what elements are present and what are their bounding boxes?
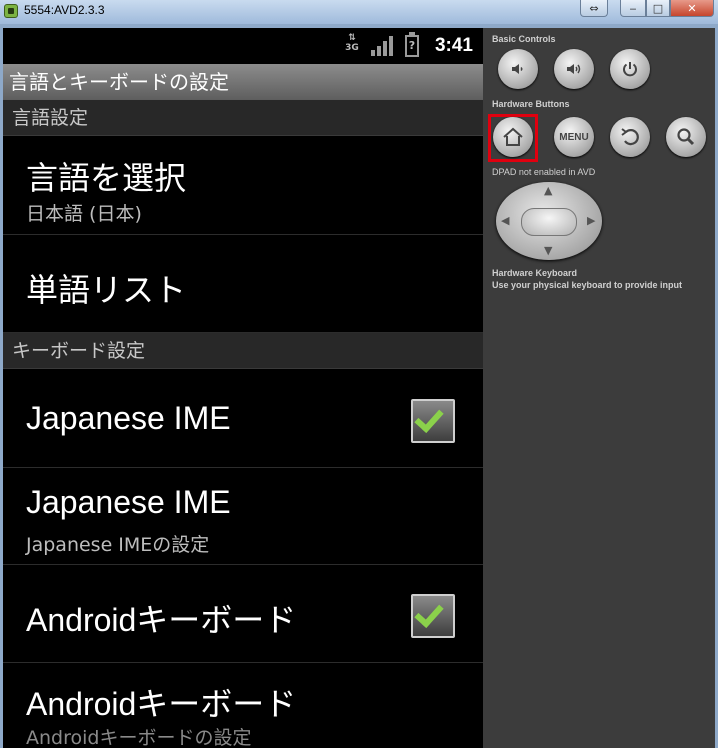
basic-controls-label: Basic Controls	[492, 34, 556, 44]
close-button[interactable]: ✕	[670, 0, 714, 17]
japanese-ime-checkbox[interactable]	[411, 399, 455, 443]
maximize-button[interactable]: □	[646, 0, 670, 17]
emulator-controls-panel: Basic Controls Hardware Buttons MENU DPA…	[483, 28, 715, 748]
home-icon[interactable]	[493, 117, 533, 157]
dpad-control[interactable]: ▲ ▼ ◀ ▶	[496, 182, 602, 260]
setting-title: Androidキーボード	[26, 686, 297, 722]
search-icon[interactable]	[666, 117, 706, 157]
dpad-center-button[interactable]	[521, 208, 577, 236]
setting-select-language[interactable]: 言語を選択 日本語 (日本)	[3, 137, 483, 235]
swap-icon[interactable]: ⇔	[580, 0, 608, 17]
setting-android-keyboard-toggle[interactable]: Androidキーボード	[3, 565, 483, 663]
app-title-bar: 言語とキーボードの設定	[3, 64, 483, 100]
window-controls: ⇔ ‒ □ ✕	[580, 0, 714, 18]
volume-down-icon[interactable]	[498, 49, 538, 89]
setting-summary: Japanese IMEの設定	[26, 534, 210, 556]
setting-android-keyboard-settings[interactable]: Androidキーボード Androidキーボードの設定	[3, 663, 483, 748]
window-title: 5554:AVD2.3.3	[24, 3, 105, 17]
dpad-right-icon: ▶	[587, 214, 596, 227]
power-icon[interactable]	[610, 49, 650, 89]
setting-title: 言語を選択	[26, 160, 187, 196]
setting-title: Japanese IME	[26, 484, 231, 520]
setting-title: Androidキーボード	[26, 602, 297, 638]
back-icon[interactable]	[610, 117, 650, 157]
status-time: 3:41	[434, 35, 473, 56]
dpad-down-icon: ▼	[544, 244, 553, 257]
setting-summary: Androidキーボードの設定	[26, 727, 252, 748]
dpad-label: DPAD not enabled in AVD	[492, 167, 596, 177]
dpad-left-icon: ◀	[501, 214, 510, 227]
category-keyboard: キーボード設定	[3, 333, 483, 369]
setting-japanese-ime-settings[interactable]: Japanese IME Japanese IMEの設定	[3, 468, 483, 565]
hardware-keyboard-note: Use your physical keyboard to provide in…	[492, 280, 683, 290]
setting-japanese-ime-toggle[interactable]: Japanese IME	[3, 370, 483, 468]
android-keyboard-checkbox[interactable]	[411, 594, 455, 638]
battery-icon: ?	[404, 32, 419, 57]
hardware-buttons-label: Hardware Buttons	[492, 99, 570, 109]
setting-title: Japanese IME	[26, 400, 231, 436]
dpad-up-icon: ▲	[544, 184, 553, 197]
network-3g-icon: ⇅ 3G	[345, 33, 359, 54]
minimize-button[interactable]: ‒	[620, 0, 646, 17]
hardware-keyboard-label: Hardware Keyboard	[492, 268, 578, 278]
device-screen[interactable]: ⇅ 3G ? 3:41 言語とキーボードの設定 言語設定 言語を選択 日本語 (…	[3, 28, 483, 748]
signal-icon	[370, 36, 395, 56]
setting-word-list[interactable]: 単語リスト	[3, 235, 483, 333]
setting-summary: 日本語 (日本)	[26, 203, 142, 225]
android-app-icon	[4, 4, 18, 18]
window-titlebar[interactable]: 5554:AVD2.3.3 ⇔ ‒ □ ✕	[0, 0, 718, 24]
category-language: 言語設定	[3, 100, 483, 136]
menu-button[interactable]: MENU	[554, 117, 594, 157]
status-bar: ⇅ 3G ? 3:41	[3, 28, 483, 64]
volume-up-icon[interactable]	[554, 49, 594, 89]
setting-title: 単語リスト	[26, 272, 187, 308]
